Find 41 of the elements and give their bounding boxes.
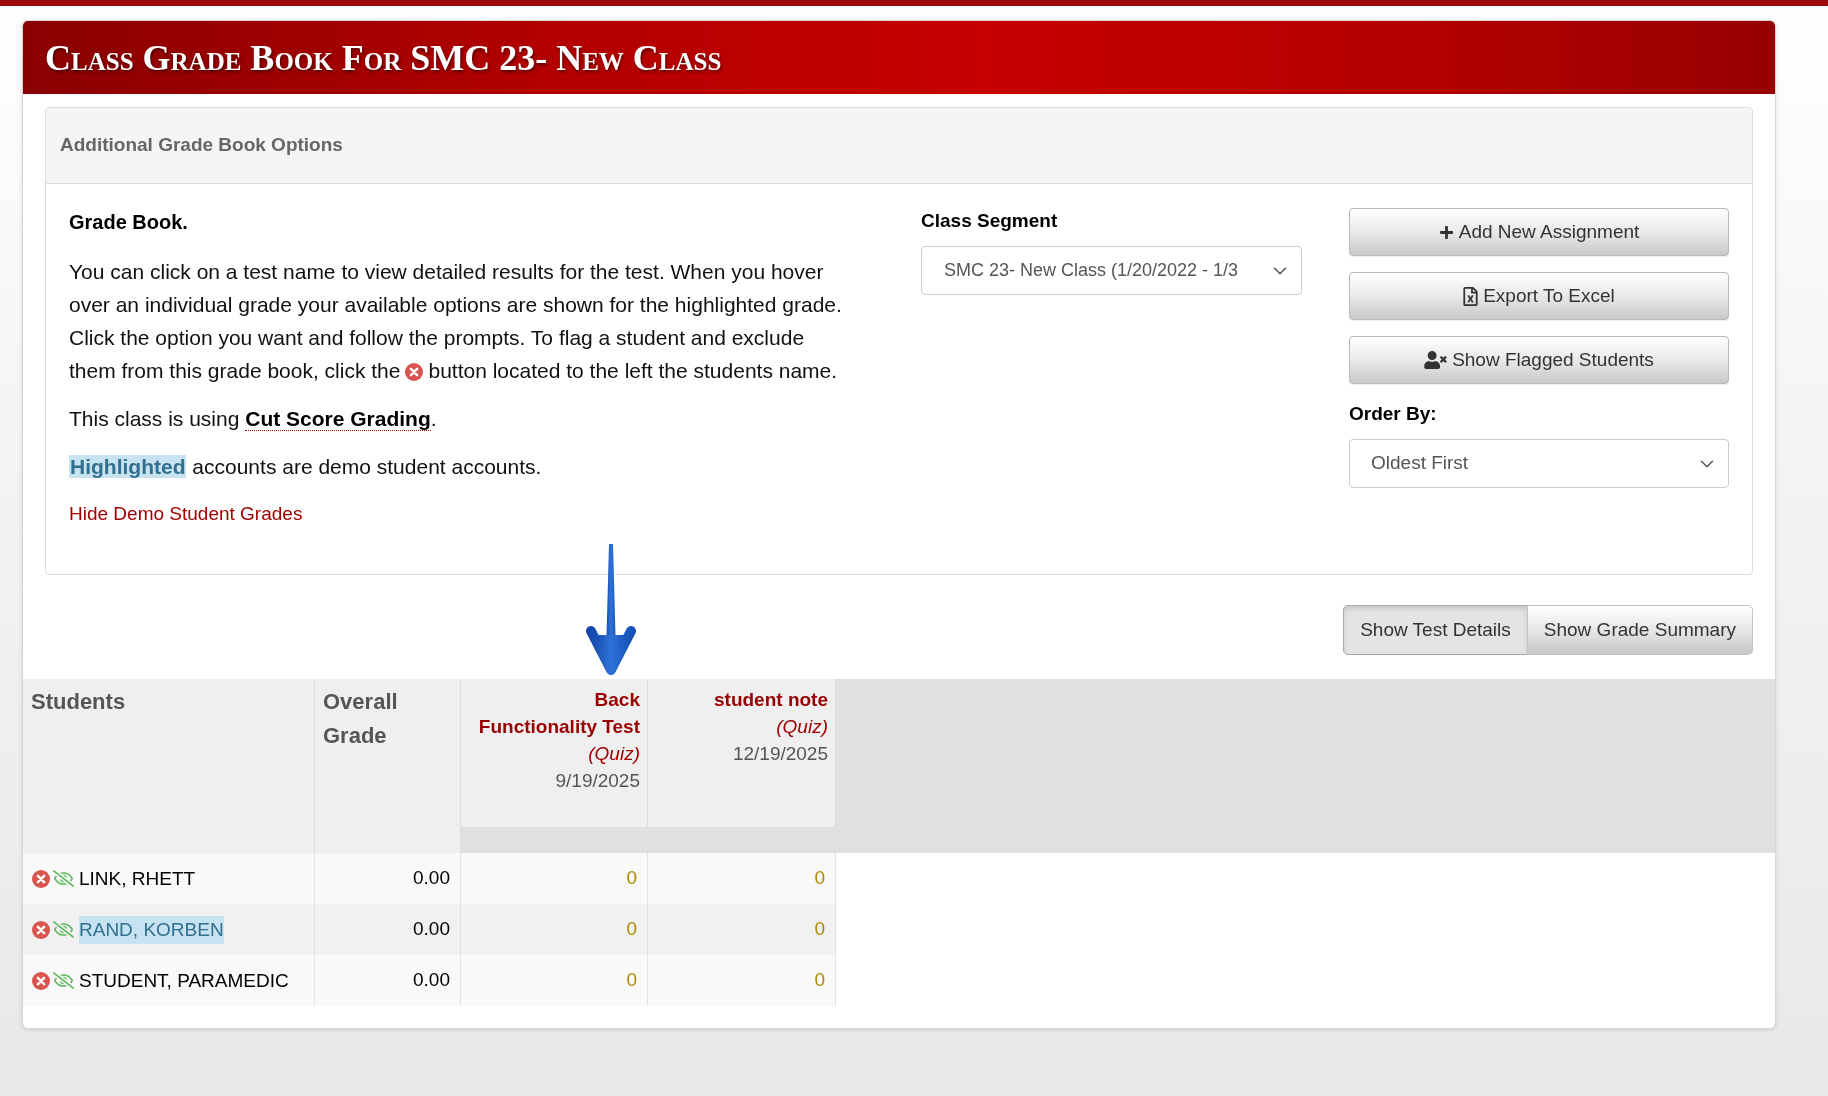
view-toggle-button[interactable]: Show Test Details	[1343, 605, 1528, 655]
user-x-icon	[1424, 351, 1448, 369]
x-circle-icon[interactable]	[32, 971, 50, 990]
highlight-sample: Highlighted	[69, 455, 187, 478]
plus-icon	[1438, 224, 1454, 240]
order-by-select[interactable]: Oldest First	[1349, 439, 1729, 488]
panel-heading: Additional Grade Book Options	[60, 133, 343, 158]
assignment-date: 9/19/2025	[554, 769, 640, 793]
action-button[interactable]: Show Flagged Students	[1349, 336, 1729, 384]
grading-note: This class is using Cut Score Grading.	[69, 406, 438, 433]
student-name: STUDENT, PARAMEDIC	[79, 968, 289, 993]
action-button[interactable]: Add New Assignment	[1349, 208, 1729, 256]
action-button[interactable]: Export To Excel	[1349, 272, 1729, 320]
column-header: Students	[23, 679, 315, 853]
class-segment-label: Class Segment	[921, 209, 1059, 233]
grading-method-link[interactable]: Cut Score Grading	[245, 407, 431, 431]
eye-slash-icon[interactable]	[53, 972, 74, 989]
instructions-text: button located to the left the students name.	[428, 359, 838, 382]
section-title: Grade Book.	[69, 210, 189, 235]
assignment-type: (Quiz)	[775, 715, 828, 739]
x-circle-icon[interactable]	[32, 869, 50, 888]
column-header: Overall Grade	[315, 679, 461, 853]
assignment-title-link[interactable]: Back Functionality Test	[475, 686, 640, 740]
page-title: Class Grade Book For SMC 23- New Class	[45, 39, 722, 76]
hide-demo-grades-link[interactable]: Hide Demo Student Grades	[69, 503, 303, 524]
instructions-text: them from this grade book, click the	[69, 359, 401, 382]
student-name: RAND, KORBEN	[79, 915, 224, 944]
assignment-date: 12/19/2025	[731, 742, 828, 766]
x-circle-icon	[405, 363, 424, 381]
document-x-icon	[1463, 286, 1479, 306]
overall-grade-cell: 0.00	[315, 955, 461, 1006]
assignment-title-link[interactable]: student note	[662, 686, 828, 713]
eye-slash-icon[interactable]	[53, 921, 74, 938]
student-name: LINK, RHETT	[79, 866, 196, 891]
order-by-label: Order By:	[1349, 402, 1438, 426]
assignment-type: (Quiz)	[587, 742, 640, 766]
eye-slash-icon[interactable]	[53, 870, 74, 887]
demo-accounts-note: accounts are demo student accounts.	[192, 455, 542, 478]
view-toggle-button[interactable]: Show Grade Summary	[1526, 605, 1753, 655]
class-segment-select[interactable]: SMC 23- New Class (1/20/2022 - 1/3	[921, 246, 1302, 295]
x-circle-icon[interactable]	[32, 920, 50, 939]
